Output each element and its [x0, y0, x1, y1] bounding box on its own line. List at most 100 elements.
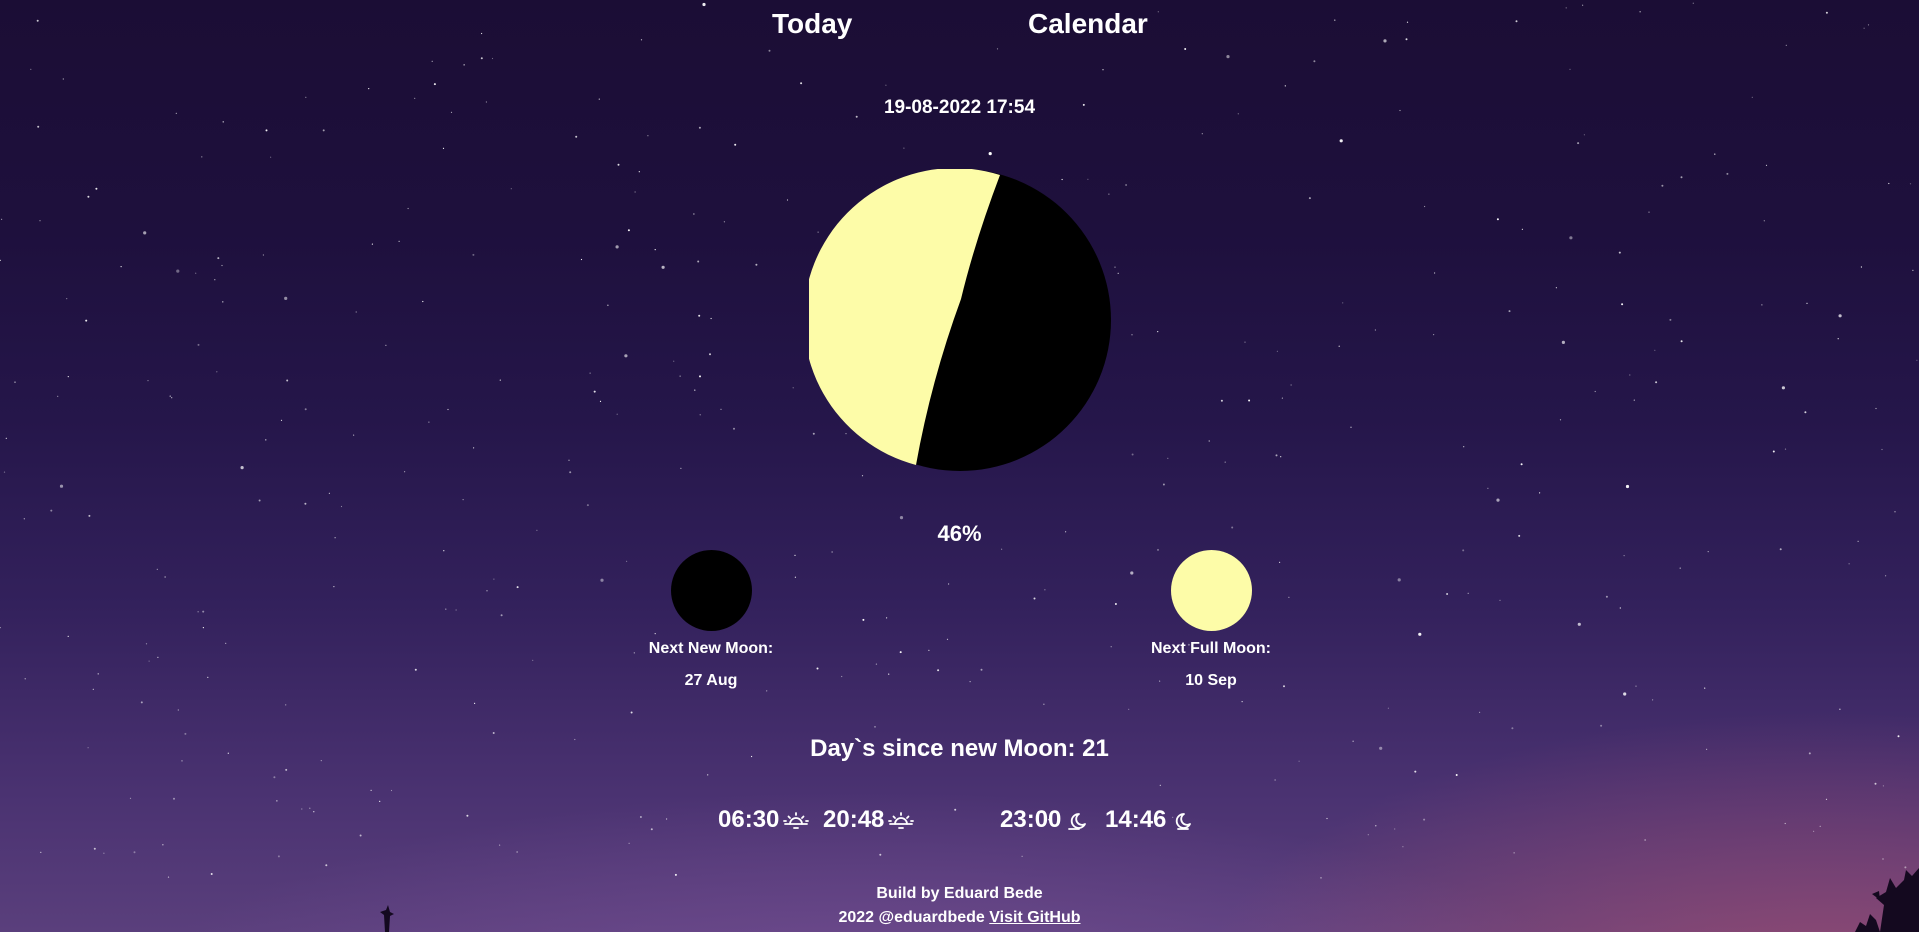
star — [368, 88, 370, 90]
star — [1784, 822, 1786, 825]
star — [1496, 218, 1499, 221]
star — [1583, 134, 1585, 136]
moonset-icon — [1176, 813, 1192, 830]
star — [1248, 399, 1251, 402]
star — [786, 199, 789, 201]
star — [569, 471, 572, 474]
star — [1, 218, 3, 220]
star — [1467, 592, 1469, 594]
star — [1521, 228, 1523, 230]
star — [1114, 266, 1116, 268]
star — [0, 259, 1, 261]
star — [792, 387, 794, 389]
star — [103, 852, 105, 854]
star — [1680, 340, 1683, 343]
star — [1784, 448, 1787, 450]
star — [1128, 708, 1130, 710]
star — [1102, 69, 1104, 71]
star — [262, 254, 264, 256]
star — [1839, 708, 1841, 710]
star — [214, 279, 216, 281]
star — [1888, 182, 1890, 185]
star — [407, 207, 409, 210]
tab-calendar[interactable]: Calendar — [1028, 8, 1148, 40]
star — [1208, 440, 1210, 442]
star — [414, 668, 417, 671]
star — [240, 466, 244, 470]
star — [1594, 390, 1596, 393]
star — [463, 64, 465, 66]
star — [270, 156, 272, 158]
star — [1655, 381, 1658, 384]
star — [1496, 498, 1500, 502]
star — [176, 269, 180, 273]
star — [1819, 825, 1821, 827]
star — [1707, 551, 1709, 553]
star — [589, 372, 591, 374]
star — [67, 376, 69, 378]
star — [1661, 184, 1664, 187]
star — [169, 395, 171, 397]
star — [499, 844, 501, 846]
star — [580, 258, 583, 261]
star — [1577, 622, 1581, 626]
star — [1339, 139, 1343, 143]
star — [627, 229, 630, 232]
star — [333, 586, 335, 588]
star — [1162, 483, 1165, 486]
star — [1679, 567, 1681, 569]
moonset-time-value: 14:46 — [1105, 806, 1167, 833]
star — [1423, 818, 1426, 821]
star — [143, 231, 147, 235]
star — [1131, 453, 1134, 456]
github-link[interactable]: Visit GitHub — [989, 909, 1080, 926]
star — [575, 135, 578, 138]
star — [1669, 318, 1672, 321]
star — [1654, 349, 1656, 351]
star — [95, 187, 98, 190]
star — [1220, 399, 1223, 402]
star — [1290, 384, 1292, 386]
star — [443, 550, 445, 552]
star — [1680, 176, 1683, 179]
sunset-time: 20:48 — [823, 806, 915, 834]
star — [462, 499, 464, 501]
star — [1618, 251, 1621, 254]
moon-phase-illustration — [809, 169, 1111, 471]
star — [285, 768, 288, 771]
star — [1765, 164, 1768, 166]
star — [699, 414, 701, 416]
star — [1281, 397, 1283, 399]
star — [328, 492, 330, 494]
star — [1882, 785, 1884, 787]
star — [862, 618, 865, 621]
star — [516, 586, 519, 589]
star — [885, 84, 887, 86]
star — [634, 191, 636, 193]
star — [1904, 866, 1907, 869]
star — [710, 317, 712, 320]
star — [480, 57, 483, 60]
star — [39, 220, 41, 222]
star — [276, 800, 278, 802]
star — [661, 265, 665, 269]
star — [1402, 846, 1404, 848]
star — [1424, 205, 1426, 208]
star — [265, 439, 267, 441]
star — [516, 851, 518, 853]
star — [85, 319, 88, 322]
star — [473, 447, 475, 449]
star — [404, 471, 406, 473]
star — [1446, 593, 1449, 595]
star — [1338, 345, 1340, 347]
star — [1848, 563, 1850, 565]
star — [707, 774, 709, 776]
star — [630, 711, 633, 714]
tab-today[interactable]: Today — [772, 8, 852, 40]
star — [1276, 350, 1278, 352]
star — [638, 171, 640, 173]
sunrise-time-value: 06:30 — [718, 806, 780, 833]
moonset-time: 14:46 — [1105, 806, 1194, 834]
star — [466, 814, 469, 817]
star — [861, 475, 864, 477]
